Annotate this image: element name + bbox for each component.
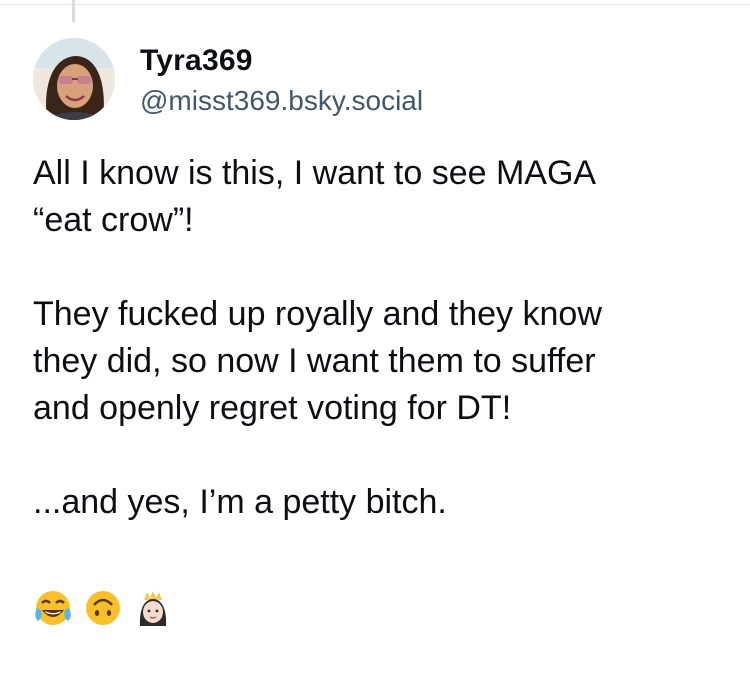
author-handle[interactable]: @misst369.bsky.social xyxy=(140,85,423,117)
post-text: All I know is this, I want to see MAGA “… xyxy=(33,150,733,573)
emoji-row xyxy=(33,588,173,628)
top-divider xyxy=(0,4,750,5)
face-with-tears-of-joy-icon xyxy=(35,591,71,625)
author-display-name[interactable]: Tyra369 xyxy=(140,44,253,78)
princess-icon xyxy=(139,591,167,626)
post-paragraph: All I know is this, I want to see MAGA “… xyxy=(33,154,597,239)
post-paragraph: They fucked up royally and they know the… xyxy=(33,295,602,427)
avatar[interactable] xyxy=(33,38,115,120)
post-paragraph: ...and yes, I’m a petty bitch. xyxy=(33,483,447,521)
avatar-image xyxy=(33,38,115,120)
thread-connector-line xyxy=(72,0,75,22)
upside-down-face-icon xyxy=(86,591,120,625)
